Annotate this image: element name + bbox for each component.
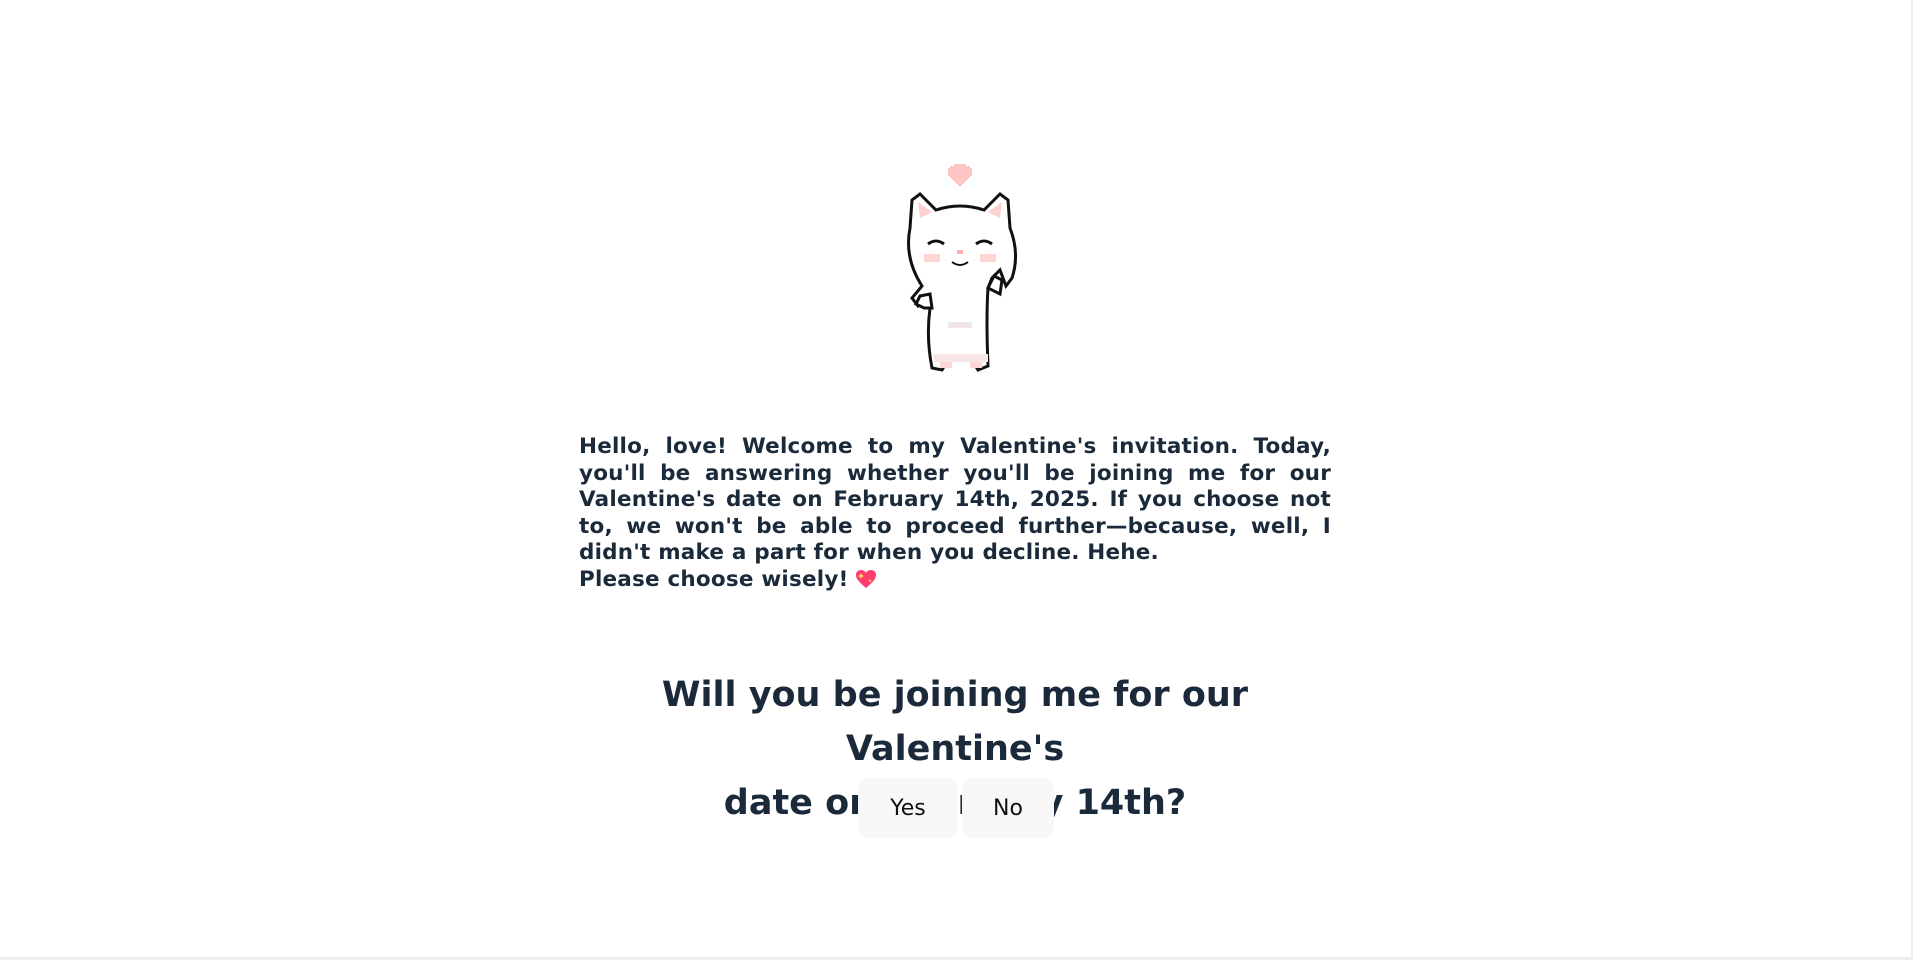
page: Hello, love! Welcome to my Valentine's i… xyxy=(0,0,1913,960)
heart-icon xyxy=(948,164,972,186)
intro-closing: Please choose wisely! xyxy=(579,567,1331,594)
question-line-1: Will you be joining me for our Valentine… xyxy=(661,675,1249,769)
no-button[interactable]: No xyxy=(962,778,1054,838)
intro-paragraph: Hello, love! Welcome to my Valentine's i… xyxy=(579,434,1331,565)
sparkling-heart-icon xyxy=(855,569,877,589)
yes-button[interactable]: Yes xyxy=(858,778,958,838)
closing-text: Please choose wisely! xyxy=(579,566,849,592)
dancing-cat-icon xyxy=(907,164,1017,372)
intro-text: Hello, love! Welcome to my Valentine's i… xyxy=(579,434,1331,593)
answer-buttons: Yes No xyxy=(858,778,1054,838)
cat-illustration xyxy=(860,158,1060,418)
